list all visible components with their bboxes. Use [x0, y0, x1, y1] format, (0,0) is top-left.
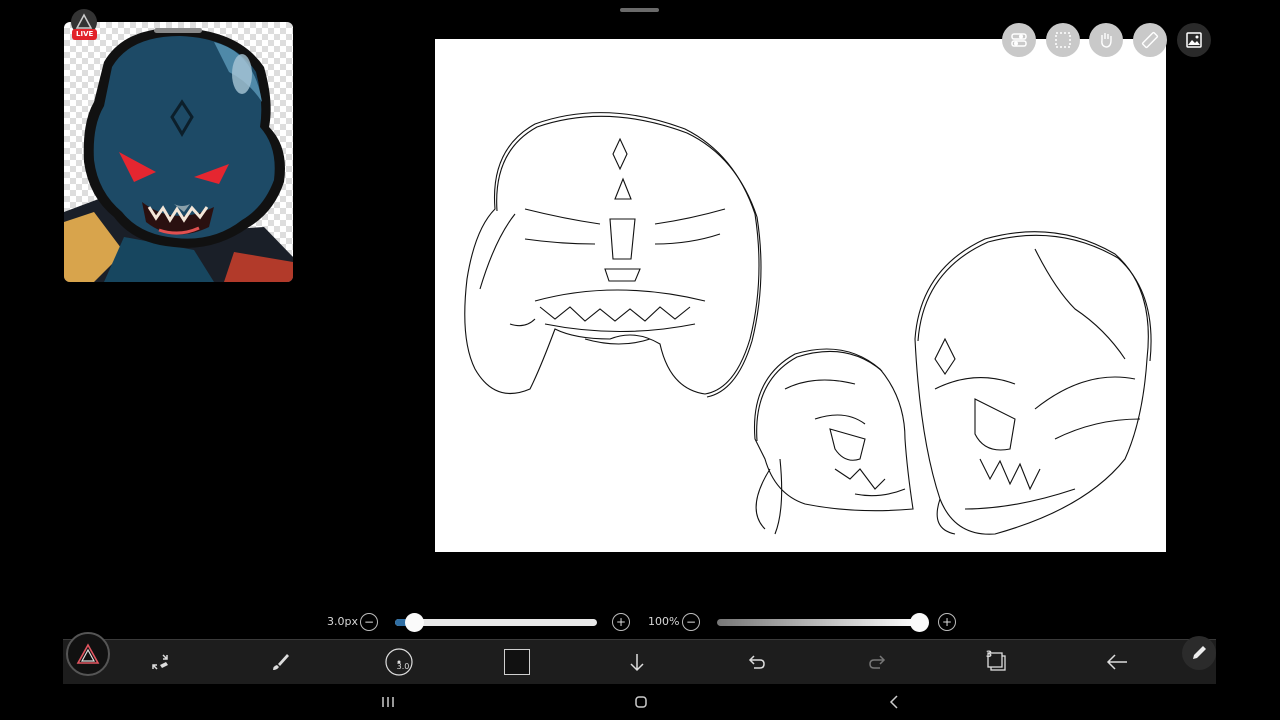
- selection-icon[interactable]: [1046, 23, 1080, 57]
- download-button[interactable]: [619, 645, 655, 679]
- opacity-slider[interactable]: [717, 619, 921, 626]
- brush-size-label: 3.0px: [327, 615, 358, 628]
- back-button[interactable]: [1099, 645, 1135, 679]
- top-drag-handle[interactable]: [620, 8, 659, 12]
- recent-apps-icon: [382, 697, 394, 707]
- brush-size-slider[interactable]: [395, 619, 597, 626]
- pencil-icon: [1193, 646, 1206, 659]
- image-icon[interactable]: [1177, 23, 1211, 57]
- opacity-thumb[interactable]: [910, 613, 929, 632]
- chevron-left-icon: [889, 695, 898, 709]
- brush-size-value: 3.0: [396, 662, 410, 671]
- adjust-icon[interactable]: [1002, 23, 1036, 57]
- transform-icon: [152, 654, 168, 670]
- color-swatch-button[interactable]: [499, 645, 535, 679]
- brush-size-increase-button[interactable]: +: [612, 613, 630, 631]
- undo-button[interactable]: [739, 645, 775, 679]
- layers-count: 3: [985, 650, 993, 660]
- brush-tool[interactable]: [262, 645, 298, 679]
- ruler-icon[interactable]: [1133, 23, 1167, 57]
- arrow-down-icon: [630, 654, 644, 672]
- recent-apps-button[interactable]: [378, 692, 398, 712]
- live-badge: LIVE: [72, 29, 98, 40]
- stream-avatar-overlay: [64, 22, 293, 282]
- app-menu-button[interactable]: [66, 632, 110, 676]
- drawing-canvas[interactable]: [435, 39, 1166, 552]
- redo-icon: [869, 655, 886, 669]
- overlay-drag-pill[interactable]: [154, 28, 202, 33]
- home-icon: [635, 696, 647, 708]
- undo-icon: [748, 655, 765, 669]
- redo-button[interactable]: [859, 645, 895, 679]
- opacity-decrease-button[interactable]: −: [682, 613, 700, 631]
- sketch-strokes: [464, 112, 1152, 535]
- arrow-left-icon: [1106, 654, 1127, 670]
- pencil-mode-button[interactable]: [1182, 636, 1216, 670]
- current-color-swatch: [504, 649, 530, 675]
- brush-size-thumb[interactable]: [405, 613, 424, 632]
- transform-eraser-tool[interactable]: [142, 645, 178, 679]
- opacity-increase-button[interactable]: +: [938, 613, 956, 631]
- brush-icon: [273, 654, 289, 670]
- home-button[interactable]: [631, 692, 651, 712]
- brush-size-decrease-button[interactable]: −: [360, 613, 378, 631]
- avatar-illustration: [64, 27, 293, 282]
- system-back-button[interactable]: [884, 692, 904, 712]
- opacity-label: 100%: [648, 615, 680, 628]
- gesture-icon[interactable]: [1089, 23, 1123, 57]
- app-logo-icon: [76, 643, 100, 664]
